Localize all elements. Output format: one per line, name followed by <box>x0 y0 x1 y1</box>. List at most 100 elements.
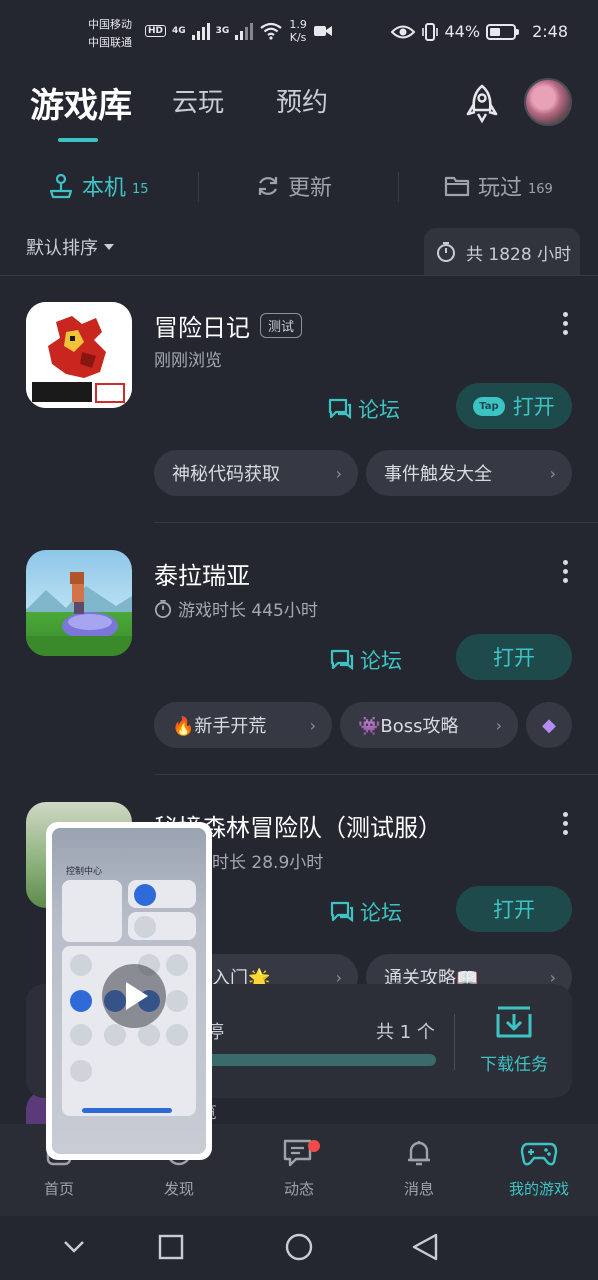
recents-square-icon[interactable] <box>158 1234 184 1260</box>
control-center-title: 控制中心 <box>66 867 103 877</box>
clock: 2:48 <box>532 22 568 41</box>
sort-label: 默认排序 <box>26 238 98 259</box>
subtab-played[interactable]: 玩过 169 <box>444 170 553 202</box>
sort-dropdown[interactable]: 默认排序 <box>26 234 114 260</box>
floating-video-window[interactable]: 控制中心 <box>46 822 212 1160</box>
home-circle-icon[interactable] <box>284 1232 314 1262</box>
game-icon[interactable] <box>26 550 132 656</box>
speed-unit: K/s <box>289 31 307 44</box>
tag-chip[interactable]: 🔥新手开荒 › <box>154 702 332 748</box>
chip-label: 神秘代码获取 <box>172 464 280 485</box>
more-options-icon[interactable] <box>556 560 574 583</box>
video-preview: 控制中心 <box>52 828 206 1154</box>
toggle <box>70 990 92 1012</box>
divider <box>0 275 598 276</box>
carrier-info: 中国移动 中国联通 <box>88 16 132 52</box>
open-button[interactable]: 打开 <box>456 886 572 932</box>
speed-value: 1.9 <box>289 18 307 31</box>
media-card <box>62 880 122 942</box>
game-title-text: 泰拉瑞亚 <box>154 562 250 590</box>
forum-label: 论坛 <box>360 901 402 925</box>
subtab-update-label: 更新 <box>288 176 333 201</box>
forum-button[interactable]: 论坛 <box>328 394 400 424</box>
toggle <box>138 1024 160 1046</box>
open-label: 打开 <box>512 395 555 419</box>
playtime-text: 游戏时长 445小时 <box>178 601 318 621</box>
signal-icon-2 <box>235 22 254 40</box>
toggle <box>166 1024 188 1046</box>
download-tasks-button[interactable]: 下载任务 <box>474 1004 554 1075</box>
chevron-right-icon: › <box>309 715 316 735</box>
forum-label: 论坛 <box>358 398 400 422</box>
subtab-local-count: 15 <box>132 181 149 197</box>
forum-button[interactable]: 论坛 <box>330 897 402 927</box>
carrier-1: 中国移动 <box>88 18 132 31</box>
notification-dot <box>308 1140 320 1152</box>
network-icons: HD 4G 3G 1.9 K/s <box>145 18 333 44</box>
divider <box>454 1014 455 1070</box>
wifi-toggle <box>134 884 156 906</box>
tag-chip[interactable]: 事件触发大全 › <box>366 450 572 496</box>
toggle <box>166 990 188 1012</box>
avatar[interactable] <box>524 78 572 126</box>
caret-down-icon <box>104 244 114 250</box>
wifi-icon <box>260 22 283 40</box>
total-playtime-label: 共 1828 小时 <box>466 244 572 265</box>
tap-icon: Tap <box>473 396 505 416</box>
dragon-icon <box>26 302 132 408</box>
timer-icon <box>437 242 455 262</box>
open-button[interactable]: Tap 打开 <box>456 383 572 429</box>
toggle <box>104 1024 126 1046</box>
open-button[interactable]: 打开 <box>456 634 572 680</box>
refresh-icon <box>258 177 278 195</box>
nav-my-games-label: 我的游戏 <box>508 1180 569 1198</box>
game-subtitle: 刚刚浏览 <box>154 351 222 371</box>
game-title-text: 冒险日记 <box>154 314 250 342</box>
open-label: 打开 <box>493 646 535 670</box>
tag-chip[interactable]: 👾Boss攻略 › <box>340 702 518 748</box>
diamond-chip[interactable]: ◆ <box>526 702 572 748</box>
more-options-icon[interactable] <box>556 812 574 835</box>
download-icon <box>496 1006 532 1038</box>
chevron-right-icon: › <box>549 463 556 483</box>
toggle <box>70 1024 92 1046</box>
tab-reservation[interactable]: 预约 <box>276 82 328 119</box>
nav-messages[interactable]: 消息 <box>374 1138 464 1199</box>
subtab-local-label: 本机 <box>82 176 127 201</box>
rocket-icon[interactable] <box>460 82 504 126</box>
beta-badge: 测试 <box>260 313 303 338</box>
tab-cloud-play[interactable]: 云玩 <box>172 82 224 119</box>
tab-game-library[interactable]: 游戏库 <box>30 78 132 127</box>
more-options-icon[interactable] <box>556 312 574 335</box>
brightness-slider <box>82 1108 172 1113</box>
bell-icon <box>408 1141 430 1166</box>
hd-badge: HD <box>145 25 167 37</box>
game-title[interactable]: 泰拉瑞亚 <box>154 556 250 591</box>
forum-button[interactable]: 论坛 <box>330 645 402 675</box>
game-icon[interactable] <box>26 302 132 408</box>
chevron-down-icon[interactable] <box>62 1238 86 1256</box>
game-title[interactable]: 冒险日记 测试 <box>154 308 303 343</box>
nav-my-games[interactable]: 我的游戏 <box>494 1138 584 1199</box>
back-triangle-icon[interactable] <box>410 1232 440 1262</box>
tag-chip[interactable]: 神秘代码获取 › <box>154 450 358 496</box>
nav-messages-label: 消息 <box>403 1180 434 1198</box>
chip-label: 事件触发大全 <box>384 464 492 485</box>
nav-home-label: 首页 <box>43 1180 74 1198</box>
subtab-local[interactable]: 本机 15 <box>48 170 149 202</box>
toggle <box>70 954 92 976</box>
tab-underline <box>58 138 98 142</box>
net-speed: 1.9 K/s <box>289 18 307 44</box>
chevron-right-icon: › <box>335 463 342 483</box>
nav-feed[interactable]: 动态 <box>254 1138 344 1199</box>
forum-icon <box>330 649 354 671</box>
play-icon[interactable] <box>102 964 166 1028</box>
gamepad-icon <box>520 1142 558 1166</box>
terraria-icon <box>26 572 132 656</box>
subtab-update[interactable]: 更新 <box>256 170 332 202</box>
timer-icon <box>154 599 172 618</box>
net-type-1: 4G <box>172 26 186 36</box>
signal-icon <box>191 22 210 40</box>
joystick-icon <box>49 173 73 199</box>
diamond-icon: ◆ <box>542 714 556 736</box>
